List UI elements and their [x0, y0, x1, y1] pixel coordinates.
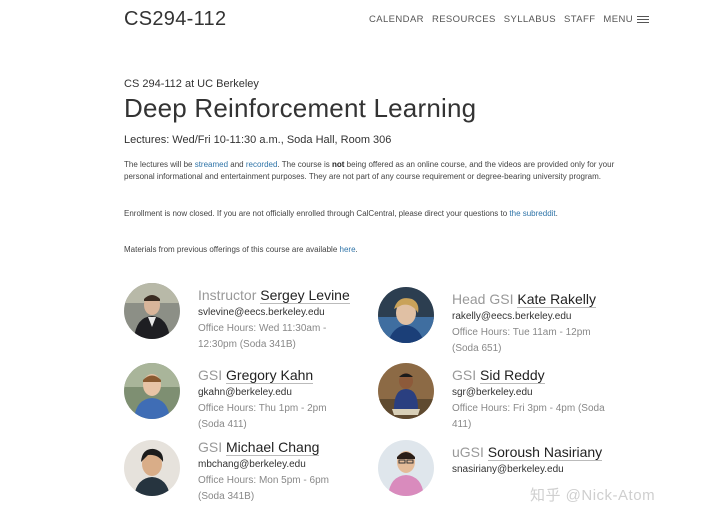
- staff-office-hours: Office Hours: Thu 1pm - 2pm (Soda 411): [198, 403, 327, 430]
- streamed-link[interactable]: streamed: [195, 160, 228, 169]
- enrollment-notice: Enrollment is now closed. If you are not…: [124, 208, 634, 220]
- staff-card-gregory-kahn: GSI Gregory Kahn gkahn@berkeley.edu Offi…: [124, 363, 356, 433]
- staff-name-link[interactable]: Michael Chang: [226, 439, 320, 456]
- staff-info: GSI Sid Reddy sgr@berkeley.edu Office Ho…: [452, 367, 610, 433]
- staff-info: uGSI Soroush Nasiriany snasiriany@berkel…: [452, 444, 603, 475]
- staff-card-sergey-levine: Instructor Sergey Levine svlevine@eecs.b…: [124, 283, 356, 353]
- hamburger-icon: [637, 16, 649, 23]
- lecture-info: Lectures: Wed/Fri 10-11:30 a.m., Soda Ha…: [124, 134, 392, 146]
- staff-role: GSI: [452, 367, 477, 383]
- staff-card-kate-rakelly: Head GSI Kate Rakelly rakelly@eecs.berke…: [378, 287, 610, 357]
- p2-text-2: .: [555, 209, 558, 218]
- p3-text-2: .: [355, 245, 358, 254]
- nav-staff[interactable]: STAFF: [564, 14, 595, 25]
- p3-text-1: Materials from previous offerings of thi…: [124, 245, 340, 254]
- course-subtitle: CS 294-112 at UC Berkeley: [124, 78, 259, 90]
- staff-name-line: GSI Sid Reddy: [452, 367, 610, 384]
- recorded-link[interactable]: recorded: [246, 160, 278, 169]
- staff-role: GSI: [198, 367, 223, 383]
- previous-offerings-link[interactable]: here: [340, 245, 356, 254]
- p2-text-1: Enrollment is now closed. If you are not…: [124, 209, 510, 218]
- nav-menu[interactable]: MENU: [603, 14, 649, 25]
- staff-info: GSI Michael Chang mbchang@berkeley.edu O…: [198, 439, 356, 505]
- staff-name-line: Head GSI Kate Rakelly: [452, 291, 610, 308]
- subreddit-link[interactable]: the subreddit: [509, 209, 555, 218]
- lecture-notice: The lectures will be streamed and record…: [124, 159, 634, 183]
- staff-name-link[interactable]: Gregory Kahn: [226, 367, 314, 384]
- avatar: [378, 287, 434, 343]
- staff-role: uGSI: [452, 444, 484, 460]
- avatar: [124, 283, 180, 339]
- nav-calendar[interactable]: CALENDAR: [369, 14, 424, 25]
- staff-email: snasiriany@berkeley.edu: [452, 464, 564, 475]
- p1-text-2: and: [228, 160, 246, 169]
- staff-email: sgr@berkeley.edu: [452, 387, 533, 398]
- staff-office-hours: Office Hours: Mon 5pm - 6pm (Soda 341B): [198, 475, 329, 502]
- staff-info: Instructor Sergey Levine svlevine@eecs.b…: [198, 287, 356, 353]
- staff-name-line: uGSI Soroush Nasiriany: [452, 444, 603, 461]
- nav-resources[interactable]: RESOURCES: [432, 14, 496, 25]
- materials-notice: Materials from previous offerings of thi…: [124, 244, 634, 256]
- nav-syllabus[interactable]: SYLLABUS: [504, 14, 556, 25]
- staff-name-link[interactable]: Sergey Levine: [260, 287, 350, 304]
- staff-role: GSI: [198, 439, 223, 455]
- p1-text-1: The lectures will be: [124, 160, 195, 169]
- top-nav: CALENDAR RESOURCES SYLLABUS STAFF MENU: [369, 14, 649, 25]
- staff-email: gkahn@berkeley.edu: [198, 387, 292, 398]
- avatar: [378, 440, 434, 496]
- staff-office-hours: Office Hours: Tue 11am - 12pm (Soda 651): [452, 327, 591, 354]
- avatar: [124, 363, 180, 419]
- staff-name-link[interactable]: Kate Rakelly: [517, 291, 596, 308]
- staff-office-hours: Office Hours: Wed 11:30am - 12:30pm (Sod…: [198, 323, 327, 350]
- page-title: Deep Reinforcement Learning: [124, 93, 477, 123]
- staff-info: GSI Gregory Kahn gkahn@berkeley.edu Offi…: [198, 367, 356, 433]
- staff-name-line: GSI Gregory Kahn: [198, 367, 356, 384]
- avatar: [378, 363, 434, 419]
- staff-name-line: GSI Michael Chang: [198, 439, 356, 456]
- nav-menu-label: MENU: [603, 14, 633, 25]
- staff-name-link[interactable]: Soroush Nasiriany: [487, 444, 603, 461]
- p1-bold-not: not: [331, 160, 345, 169]
- staff-office-hours: Office Hours: Fri 3pm - 4pm (Soda 411): [452, 403, 605, 430]
- staff-info: Head GSI Kate Rakelly rakelly@eecs.berke…: [452, 291, 610, 357]
- staff-email: rakelly@eecs.berkeley.edu: [452, 311, 572, 322]
- site-title[interactable]: CS294-112: [124, 8, 226, 31]
- staff-role: Instructor: [198, 287, 257, 303]
- staff-name-link[interactable]: Sid Reddy: [480, 367, 545, 384]
- staff-card-michael-chang: GSI Michael Chang mbchang@berkeley.edu O…: [124, 439, 356, 505]
- p1-text-3: . The course is: [277, 160, 332, 169]
- staff-card-sid-reddy: GSI Sid Reddy sgr@berkeley.edu Office Ho…: [378, 363, 610, 433]
- staff-role: Head GSI: [452, 291, 514, 307]
- staff-email: svlevine@eecs.berkeley.edu: [198, 307, 325, 318]
- watermark: 知乎 @Nick-Atom: [530, 487, 656, 504]
- staff-name-line: Instructor Sergey Levine: [198, 287, 356, 304]
- avatar: [124, 440, 180, 496]
- staff-email: mbchang@berkeley.edu: [198, 459, 306, 470]
